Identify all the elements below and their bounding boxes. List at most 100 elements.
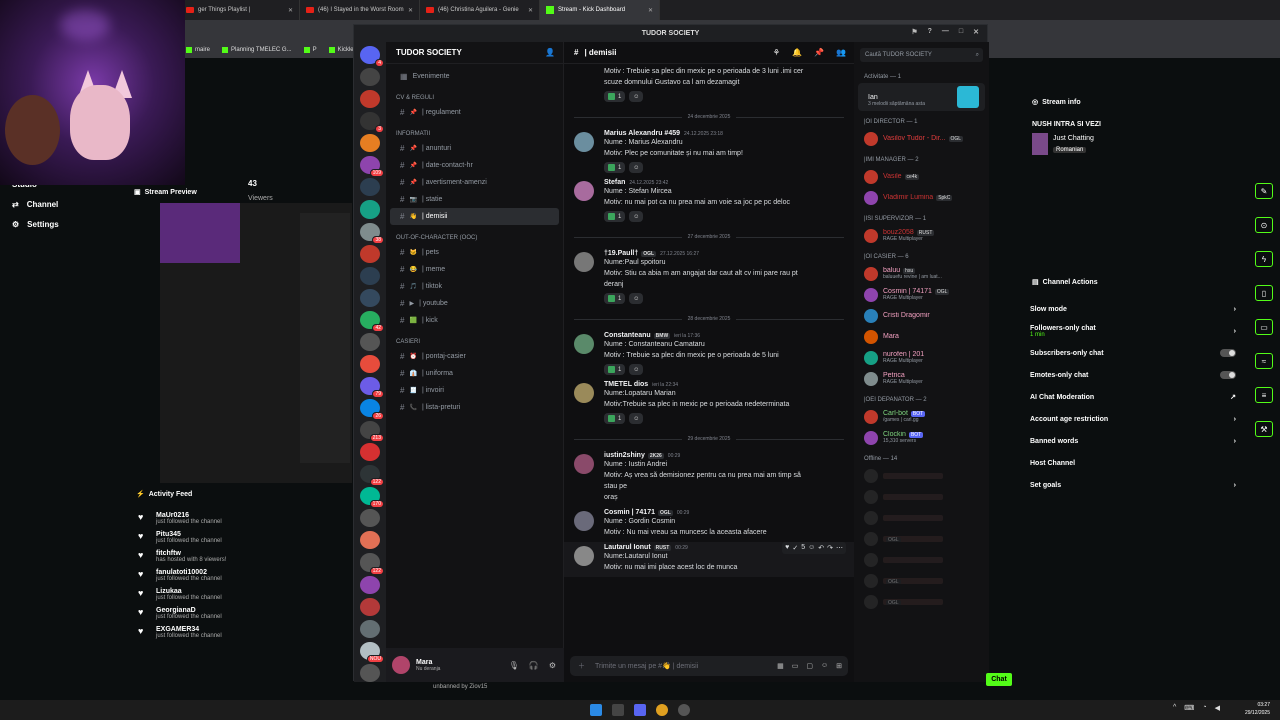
member-item[interactable]: Cosmin | 74171 OGL RAGE Multiplayer [854,284,989,305]
bolt-icon[interactable]: ϟ [1255,251,1273,267]
channel-item[interactable]: # 🟩 | kick [390,312,559,329]
reaction-check[interactable]: 1 [604,162,626,173]
add-attachment-icon[interactable]: ＋ [578,661,585,671]
channel-item[interactable]: # ⏰ | pontaj-casier [390,348,559,365]
channel-category[interactable]: CASIERI [386,329,563,348]
server-icon[interactable]: 122 [360,553,384,575]
start-icon[interactable] [590,704,602,716]
message[interactable]: Constanteanu BMW ieri la 17:36 Nume : Const… [564,330,854,379]
bell-icon[interactable]: 🔔 [792,48,802,57]
browser-tab[interactable]: (46) Christina Aguilera - Genie ✕ [420,0,540,20]
stack-icon[interactable]: ≡ [1255,387,1273,403]
server-icon[interactable] [360,663,380,682]
add-reaction-icon[interactable]: ☺ [629,211,644,222]
message-author[interactable]: Lautarul Ionut [604,544,651,551]
channel-action-row[interactable]: Host Channel [1022,452,1244,474]
reaction-check[interactable]: 1 [604,91,626,102]
member-item[interactable]: Petrica RAGE Multiplayer [854,368,989,389]
reaction-check[interactable]: 1 [604,413,626,424]
message-author[interactable]: Cosmin | 74171 [604,509,655,516]
member-item[interactable] [854,507,989,528]
message[interactable]: Cosmin | 74171 OGL 00:29 Nume : Gordin Cosm… [564,507,854,542]
member-item[interactable]: Vladimir Lumina SpkC [854,187,989,208]
member-item[interactable]: Cristi Dragomir [854,305,989,326]
server-icon[interactable] [360,244,380,263]
server-icon[interactable] [360,90,380,109]
member-item[interactable] [854,486,989,507]
feed-user-name[interactable]: fanulatoti10002 [156,569,222,576]
chevron-right-icon[interactable]: › [1234,482,1236,489]
server-icon[interactable]: 42 [360,310,384,332]
chevron-right-icon[interactable]: › [1234,438,1236,445]
close-icon[interactable]: ✕ [973,28,979,36]
wave-icon[interactable]: ≈ [1255,353,1273,369]
emoji-icon[interactable]: ☺ [821,662,828,670]
message-author[interactable]: Constanteanu [604,332,651,339]
chevron-right-icon[interactable]: › [1234,328,1236,335]
chrome-icon[interactable] [656,704,668,716]
message-author[interactable]: †19.Paull† [604,250,638,257]
discord-icon[interactable] [634,704,646,716]
keyboard-icon[interactable]: ⌨ [1184,704,1194,712]
add-reaction-icon[interactable]: ☺ [629,162,644,173]
message-author[interactable]: Marius Alexandru #459 [604,130,680,137]
channel-action-row[interactable]: Set goals › [1022,474,1244,496]
guild-header[interactable]: TUDOR SOCIETY 👤 [386,42,563,64]
inbox-icon[interactable]: ⚑ [911,28,917,36]
server-icon[interactable] [360,134,380,153]
channel-item[interactable]: # ▶ | youtube [390,295,559,312]
headphones-icon[interactable]: 🎧 [529,661,539,670]
server-icon[interactable]: 3 [360,112,384,134]
server-icon[interactable] [360,531,380,550]
bookmark-item[interactable]: Planning TMELEC G... [222,47,292,53]
channel-item[interactable]: # 📌 | date-contact-hr [390,157,559,174]
chevron-right-icon[interactable]: › [1234,416,1236,423]
member-item[interactable]: nurofen | 201 RAGE Multiplayer [854,347,989,368]
forward-icon[interactable]: ↷ [827,544,833,552]
server-icon[interactable]: 38 [360,222,384,244]
add-reaction-icon[interactable]: ☺ [629,413,644,424]
minimize-icon[interactable]: — [942,28,949,36]
server-icon[interactable]: NOU [360,641,384,663]
message[interactable]: †19.Paull† OGL 27.12.2025 16:27 Nume:Paul s… [564,248,854,308]
settings-icon[interactable]: ⚙ [549,661,556,670]
server-icon[interactable] [360,443,380,462]
member-item[interactable]: Clockin BOT 15,310 servers [854,427,989,448]
server-icon[interactable]: 4 [360,46,384,68]
check-icon[interactable]: ✓ [792,544,798,552]
activity-card[interactable]: Ian 3 melodii săptămâna asta [858,83,985,111]
reply-icon[interactable]: ↶ [818,544,824,552]
speaker-icon[interactable]: ◀ [1215,704,1220,712]
obs-icon[interactable] [678,704,690,716]
member-item[interactable]: Mara [854,326,989,347]
reaction-check[interactable]: 1 [604,293,626,304]
channel-action-row[interactable]: Slow mode › [1022,298,1244,320]
channel-item[interactable]: # 📷 | statie [390,191,559,208]
channel-item[interactable]: # 🎵 | tiktok [390,278,559,295]
server-icon[interactable]: 170 [360,487,384,509]
channel-action-row[interactable]: Followers-only chat 1 min › [1022,320,1244,342]
server-icon[interactable]: 26 [360,399,384,421]
mic-icon[interactable]: 🎙 [509,661,519,670]
server-icon[interactable] [360,68,380,87]
sticker-icon[interactable]: ▢ [806,662,813,670]
emoji-icon[interactable]: ☺ [808,544,815,552]
five-icon[interactable]: 5 [801,544,805,552]
channel-category[interactable]: OUT-OF-CHARACTER (OOC) [386,225,563,244]
message-avatar[interactable] [574,252,594,272]
message-hovered[interactable]: Lautarul Ionut RUST 00:29 Nume:Lautarul Ion… [564,542,854,577]
message-composer[interactable]: ＋ Trimite un mesaj pe #👋 | demisii ▦ ▭ ▢… [570,656,848,676]
pin-icon[interactable]: 📌 [814,48,824,57]
toggle-switch[interactable] [1220,349,1236,357]
apps-icon[interactable]: ⊞ [836,662,842,670]
channel-item[interactable]: # 🧾 | invoiri [390,382,559,399]
message[interactable]: TMETEL dios ieri la 22:34 Nume:Lopataru Ma… [564,379,854,428]
message-avatar[interactable] [574,546,594,566]
toggle-switch[interactable] [1220,371,1236,379]
server-icon[interactable] [360,619,380,638]
pencil-icon[interactable]: ✎ [1255,183,1273,199]
feed-user-name[interactable]: GeorgianaD [156,607,222,614]
message-author[interactable]: Stefan [604,179,625,186]
close-tab-icon[interactable]: ✕ [528,7,533,14]
server-icon[interactable] [360,178,380,197]
